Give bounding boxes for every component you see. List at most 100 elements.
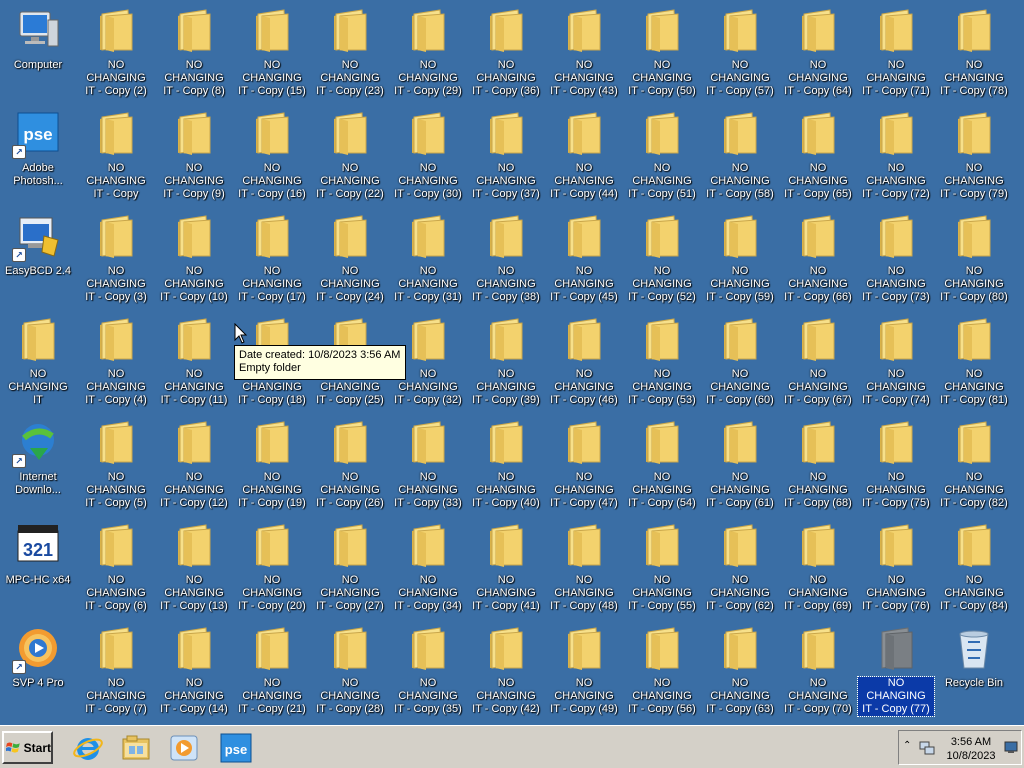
desktop-icon-no-changing-it[interactable]: NO CHANGING IT [0,309,77,409]
desktop-icon-no-changing-it-copy-35[interactable]: NO CHANGING IT - Copy (35) [389,618,467,718]
photoshop-elements-icon[interactable]: pse [220,732,252,764]
desktop-icon-no-changing-it-copy-4[interactable]: NO CHANGING IT - Copy (4) [77,309,155,409]
desktop-icon-no-changing-it-copy-7[interactable]: NO CHANGING IT - Copy (7) [77,618,155,718]
desktop-icon-no-changing-it-copy-2[interactable]: NO CHANGING IT - Copy (2) [77,0,155,100]
desktop-icon-no-changing-it-copy-73[interactable]: NO CHANGING IT - Copy (73) [857,206,935,306]
desktop-icon-no-changing-it-copy-20[interactable]: NO CHANGING IT - Copy (20) [233,515,311,615]
desktop-icon-no-changing-it-copy-79[interactable]: NO CHANGING IT - Copy (79) [935,103,1013,203]
desktop-icon-no-changing-it-copy-10[interactable]: NO CHANGING IT - Copy (10) [155,206,233,306]
desktop-icon-n-i[interactable]: N I [1013,618,1024,718]
desktop-icon-no-changing-it-copy-56[interactable]: NO CHANGING IT - Copy (56) [623,618,701,718]
desktop-icon-no-changing-it-copy-47[interactable]: NO CHANGING IT - Copy (47) [545,412,623,512]
desktop-icon-no-changing-it-copy-62[interactable]: NO CHANGING IT - Copy (62) [701,515,779,615]
desktop-icon-no-changing-it-copy-12[interactable]: NO CHANGING IT - Copy (12) [155,412,233,512]
desktop-icon-no-changing-it-copy-72[interactable]: NO CHANGING IT - Copy (72) [857,103,935,203]
desktop-icon-no-changing-it-copy-52[interactable]: NO CHANGING IT - Copy (52) [623,206,701,306]
desktop-icon-no-changing-it-copy-69[interactable]: NO CHANGING IT - Copy (69) [779,515,857,615]
desktop-icon-no-changing-it-copy-3[interactable]: NO CHANGING IT - Copy (3) [77,206,155,306]
desktop-icon-no-changing-it-copy-31[interactable]: NO CHANGING IT - Copy (31) [389,206,467,306]
desktop-icon-no-changing-it-copy-40[interactable]: NO CHANGING IT - Copy (40) [467,412,545,512]
desktop-icon-no-changing-it-copy-65[interactable]: NO CHANGING IT - Copy (65) [779,103,857,203]
desktop-icon-no-changing-it-copy-27[interactable]: NO CHANGING IT - Copy (27) [311,515,389,615]
desktop-icon-no-changing-it-copy[interactable]: NO CHANGING IT - Copy [77,103,155,203]
desktop-icon-mpc-hc-x64[interactable]: 321 MPC-HC x64 [0,515,77,615]
desktop-icon-internet-downlo[interactable]: ↗ Internet Downlo... [0,412,77,512]
desktop-icon-no-changing-it-copy-17[interactable]: NO CHANGING IT - Copy (17) [233,206,311,306]
desktop-icon-n-i[interactable]: N I [1013,206,1024,306]
desktop-icon-no-changing-it-copy-63[interactable]: NO CHANGING IT - Copy (63) [701,618,779,718]
desktop-icon-no-changing-it-copy-28[interactable]: NO CHANGING IT - Copy (28) [311,618,389,718]
desktop-icon-no-changing-it-copy-41[interactable]: NO CHANGING IT - Copy (41) [467,515,545,615]
desktop-icon-no-changing-it-copy-36[interactable]: NO CHANGING IT - Copy (36) [467,0,545,100]
show-hidden-icons-icon[interactable]: ⌃ [903,740,911,752]
desktop-icon-no-changing-it-copy-51[interactable]: NO CHANGING IT - Copy (51) [623,103,701,203]
desktop-icon-no-changing-it-copy-61[interactable]: NO CHANGING IT - Copy (61) [701,412,779,512]
desktop-icon-no-changing-it-copy-46[interactable]: NO CHANGING IT - Copy (46) [545,309,623,409]
desktop-icon-no-changing-it-copy-45[interactable]: NO CHANGING IT - Copy (45) [545,206,623,306]
desktop-icon-no-changing-it-copy-38[interactable]: NO CHANGING IT - Copy (38) [467,206,545,306]
desktop-icon-no-changing-it-copy-26[interactable]: NO CHANGING IT - Copy (26) [311,412,389,512]
desktop-icon-no-changing-it-copy-74[interactable]: NO CHANGING IT - Copy (74) [857,309,935,409]
desktop-icon-no-changing-it-copy-33[interactable]: NO CHANGING IT - Copy (33) [389,412,467,512]
desktop-icon-no-changing-it-copy-81[interactable]: NO CHANGING IT - Copy (81) [935,309,1013,409]
desktop-icon-no-changing-it-copy-64[interactable]: NO CHANGING IT - Copy (64) [779,0,857,100]
desktop-icon-no-changing-it-copy-6[interactable]: NO CHANGING IT - Copy (6) [77,515,155,615]
desktop-icon-no-changing-it-copy-16[interactable]: NO CHANGING IT - Copy (16) [233,103,311,203]
desktop-icon-recycle-bin[interactable]: Recycle Bin [935,618,1013,718]
desktop-icon-no-changing-it-copy-43[interactable]: NO CHANGING IT - Copy (43) [545,0,623,100]
desktop-icon-no-changing-it-copy-44[interactable]: NO CHANGING IT - Copy (44) [545,103,623,203]
desktop-icon-no-changing-it-copy-77[interactable]: NO CHANGING IT - Copy (77) [857,618,935,718]
desktop-icon-no-changing-it-copy-54[interactable]: NO CHANGING IT - Copy (54) [623,412,701,512]
desktop-icon-no-changing-it-copy-5[interactable]: NO CHANGING IT - Copy (5) [77,412,155,512]
desktop-icon-no-changing-it-copy-82[interactable]: NO CHANGING IT - Copy (82) [935,412,1013,512]
windows-explorer-icon[interactable] [120,732,152,764]
desktop-icon-svp-4-pro[interactable]: ↗ SVP 4 Pro [0,618,77,718]
desktop-icon-no-changing-it-copy-9[interactable]: NO CHANGING IT - Copy (9) [155,103,233,203]
desktop-icon-computer[interactable]: Computer [0,0,77,100]
desktop-icon-no-changing-it-copy-59[interactable]: NO CHANGING IT - Copy (59) [701,206,779,306]
desktop-icon-no-changing-it-copy-42[interactable]: NO CHANGING IT - Copy (42) [467,618,545,718]
desktop-icon-no-changing-it-copy-13[interactable]: NO CHANGING IT - Copy (13) [155,515,233,615]
desktop-icon-no-changing-it-copy-66[interactable]: NO CHANGING IT - Copy (66) [779,206,857,306]
desktop-icon-no-changing-it-copy-57[interactable]: NO CHANGING IT - Copy (57) [701,0,779,100]
desktop-icon-adobe-photosh[interactable]: pse ↗ Adobe Photosh... [0,103,77,203]
desktop-icon-no-changing-it-copy-68[interactable]: NO CHANGING IT - Copy (68) [779,412,857,512]
desktop-icon-no-changing-it-copy-75[interactable]: NO CHANGING IT - Copy (75) [857,412,935,512]
desktop-icon-no-changing-it-copy-23[interactable]: NO CHANGING IT - Copy (23) [311,0,389,100]
desktop-icon-no-changing-it-copy-80[interactable]: NO CHANGING IT - Copy (80) [935,206,1013,306]
desktop-icon-n-i[interactable]: N I [1013,103,1024,203]
internet-explorer-icon[interactable] [72,732,104,764]
desktop-icon-no-changing-it-copy-39[interactable]: NO CHANGING IT - Copy (39) [467,309,545,409]
network-icon[interactable] [919,740,935,756]
desktop-icon-no-changing-it-copy-19[interactable]: NO CHANGING IT - Copy (19) [233,412,311,512]
media-player-icon[interactable] [168,732,200,764]
desktop-icon-no-changing-it-copy-55[interactable]: NO CHANGING IT - Copy (55) [623,515,701,615]
start-button[interactable]: Start [2,731,53,764]
desktop-icon-no-changing-it-copy-21[interactable]: NO CHANGING IT - Copy (21) [233,618,311,718]
desktop-icon-no-changing-it-copy-8[interactable]: NO CHANGING IT - Copy (8) [155,0,233,100]
desktop-icon-no-changing-it-copy-34[interactable]: NO CHANGING IT - Copy (34) [389,515,467,615]
desktop-icon-no-changing-it-copy-76[interactable]: NO CHANGING IT - Copy (76) [857,515,935,615]
desktop-icon-no-changing-it-copy-60[interactable]: NO CHANGING IT - Copy (60) [701,309,779,409]
desktop-icon-no-changing-it-copy-70[interactable]: NO CHANGING IT - Copy (70) [779,618,857,718]
desktop[interactable]: Computer pse ↗ Adobe Photosh... ↗ EasyBCD 2.4… [0,0,1024,725]
desktop-icon-no-changing-it-copy-24[interactable]: NO CHANGING IT - Copy (24) [311,206,389,306]
desktop-icon-no-changing-it-copy-30[interactable]: NO CHANGING IT - Copy (30) [389,103,467,203]
desktop-icon-no-changing-it-copy-84[interactable]: NO CHANGING IT - Copy (84) [935,515,1013,615]
desktop-icon-no-changing-it-copy-37[interactable]: NO CHANGING IT - Copy (37) [467,103,545,203]
show-desktop-icon[interactable] [1004,740,1018,754]
desktop-icon-no-changing-it-copy-48[interactable]: NO CHANGING IT - Copy (48) [545,515,623,615]
desktop-icon-no-changing-it-copy-78[interactable]: NO CHANGING IT - Copy (78) [935,0,1013,100]
desktop-icon-no-changing-it-copy-15[interactable]: NO CHANGING IT - Copy (15) [233,0,311,100]
desktop-icon-no-changing-it-copy-29[interactable]: NO CHANGING IT - Copy (29) [389,0,467,100]
desktop-icon-no-changing-it-copy-22[interactable]: NO CHANGING IT - Copy (22) [311,103,389,203]
desktop-icon-n-i[interactable]: N I [1013,0,1024,100]
desktop-icon-no-changing-it-copy-53[interactable]: NO CHANGING IT - Copy (53) [623,309,701,409]
desktop-icon-no-changing-it-copy-50[interactable]: NO CHANGING IT - Copy (50) [623,0,701,100]
clock[interactable]: 3:56 AM 10/8/2023 [939,735,1003,763]
desktop-icon-no-changing-it-copy-67[interactable]: NO CHANGING IT - Copy (67) [779,309,857,409]
desktop-icon-no-changing-it-copy-49[interactable]: NO CHANGING IT - Copy (49) [545,618,623,718]
desktop-icon-easybcd-2-4[interactable]: ↗ EasyBCD 2.4 [0,206,77,306]
desktop-icon-no-changing-it-copy-11[interactable]: NO CHANGING IT - Copy (11) [155,309,233,409]
desktop-icon-no-changing-it-copy-14[interactable]: NO CHANGING IT - Copy (14) [155,618,233,718]
